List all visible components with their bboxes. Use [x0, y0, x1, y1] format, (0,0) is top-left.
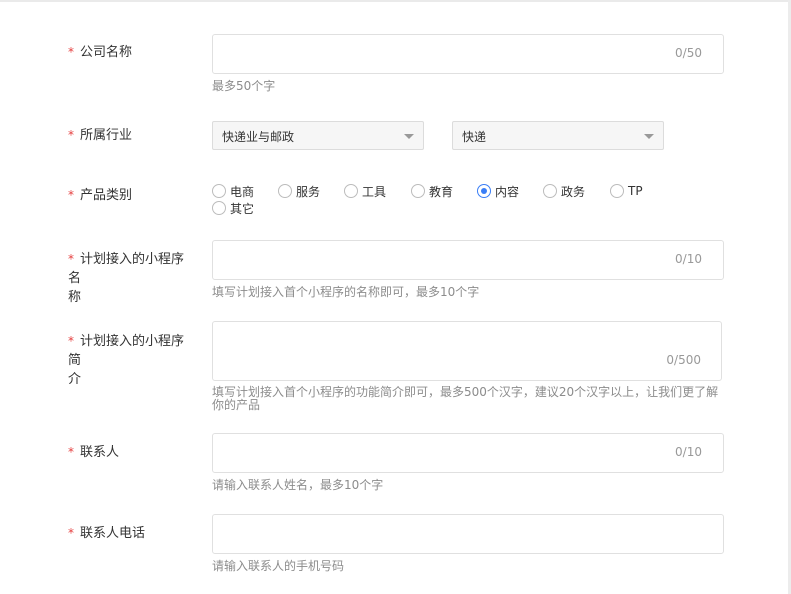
radio-circle[interactable] [411, 184, 425, 198]
app-intro-label: * 计划接入的小程序简介 [68, 334, 185, 387]
contact-hint: 请输入联系人姓名，最多10个字 [212, 478, 384, 492]
radio-circle[interactable] [212, 201, 226, 215]
radio-tp[interactable]: TP [610, 183, 643, 199]
char-counter: 0/50 [675, 46, 702, 60]
app-intro-textarea[interactable]: 0/500 [212, 321, 722, 381]
app-name-label: * 计划接入的小程序名称 [68, 252, 185, 305]
chevron-down-icon [644, 134, 654, 139]
app-name-input[interactable]: 0/10 [212, 240, 724, 280]
company-name-label: * 公司名称 [68, 45, 133, 60]
industry-secondary-select[interactable]: 快递 [452, 121, 664, 150]
contact-phone-hint: 请输入联系人的手机号码 [212, 559, 345, 573]
radio-other[interactable]: 其它 [212, 200, 254, 216]
contact-phone-input[interactable] [212, 514, 724, 554]
radio-circle[interactable] [212, 184, 226, 198]
company-name-input[interactable]: 0/50 [212, 34, 724, 74]
char-counter: 0/500 [666, 353, 701, 367]
radio-circle-selected[interactable] [477, 184, 491, 198]
required-mark: * [68, 45, 74, 59]
industry-primary-select[interactable]: 快递业与邮政 [212, 121, 424, 150]
contact-label: * 联系人 [68, 445, 120, 460]
char-counter: 0/10 [675, 445, 702, 459]
radio-government[interactable]: 政务 [543, 183, 585, 199]
app-name-hint: 填写计划接入首个小程序的名称即可，最多10个字 [212, 285, 480, 299]
radio-circle[interactable] [543, 184, 557, 198]
radio-tools[interactable]: 工具 [344, 183, 386, 199]
radio-content[interactable]: 内容 [477, 183, 519, 199]
radio-circle[interactable] [278, 184, 292, 198]
radio-circle[interactable] [344, 184, 358, 198]
radio-ecommerce[interactable]: 电商 [212, 183, 254, 199]
category-label: * 产品类别 [68, 188, 133, 203]
char-counter: 0/10 [675, 252, 702, 266]
radio-service[interactable]: 服务 [278, 183, 320, 199]
contact-input[interactable]: 0/10 [212, 433, 724, 473]
app-intro-hint: 填写计划接入首个小程序的功能简介即可，最多500个汉字，建议20个汉字以上，让我… [212, 385, 719, 412]
chevron-down-icon [404, 134, 414, 139]
top-divider [0, 0, 791, 2]
radio-education[interactable]: 教育 [411, 183, 453, 199]
contact-phone-label: * 联系人电话 [68, 526, 146, 541]
company-name-hint: 最多50个字 [212, 79, 276, 93]
radio-circle[interactable] [610, 184, 624, 198]
industry-label: * 所属行业 [68, 128, 133, 143]
